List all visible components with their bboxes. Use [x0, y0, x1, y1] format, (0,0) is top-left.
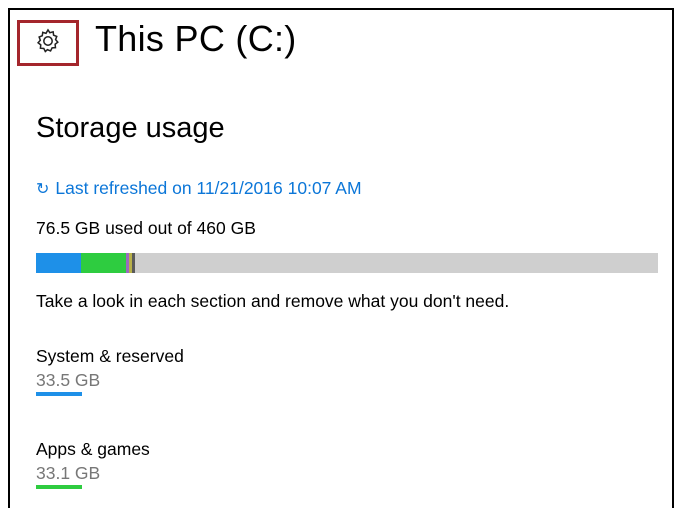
usage-summary: 76.5 GB used out of 460 GB	[36, 218, 256, 238]
category-apps-games[interactable]: Apps & games 33.1 GB	[36, 439, 150, 489]
refresh-icon: ↻	[36, 180, 50, 198]
hint-text: Take a look in each section and remove w…	[36, 291, 510, 311]
category-name: System & reserved	[36, 346, 184, 366]
category-name: Apps & games	[36, 439, 150, 459]
page-title: This PC (C:)	[95, 18, 297, 59]
category-size: 33.1 GB	[36, 463, 101, 483]
refresh-text: Last refreshed on 11/21/2016 10:07 AM	[55, 178, 362, 198]
usage-segment-4	[132, 253, 135, 273]
category-color-bar	[36, 485, 82, 489]
category-size: 33.5 GB	[36, 370, 101, 390]
category-system-reserved[interactable]: System & reserved 33.5 GB	[36, 346, 184, 396]
refresh-link[interactable]: ↻ Last refreshed on 11/21/2016 10:07 AM	[36, 178, 362, 199]
usage-segment-1	[81, 253, 127, 273]
usage-segment-0	[36, 253, 82, 273]
section-heading: Storage usage	[36, 112, 225, 144]
storage-usage-bar	[36, 253, 658, 273]
gear-icon	[34, 27, 62, 60]
category-color-bar	[36, 392, 82, 396]
settings-gear-button[interactable]	[17, 20, 79, 66]
